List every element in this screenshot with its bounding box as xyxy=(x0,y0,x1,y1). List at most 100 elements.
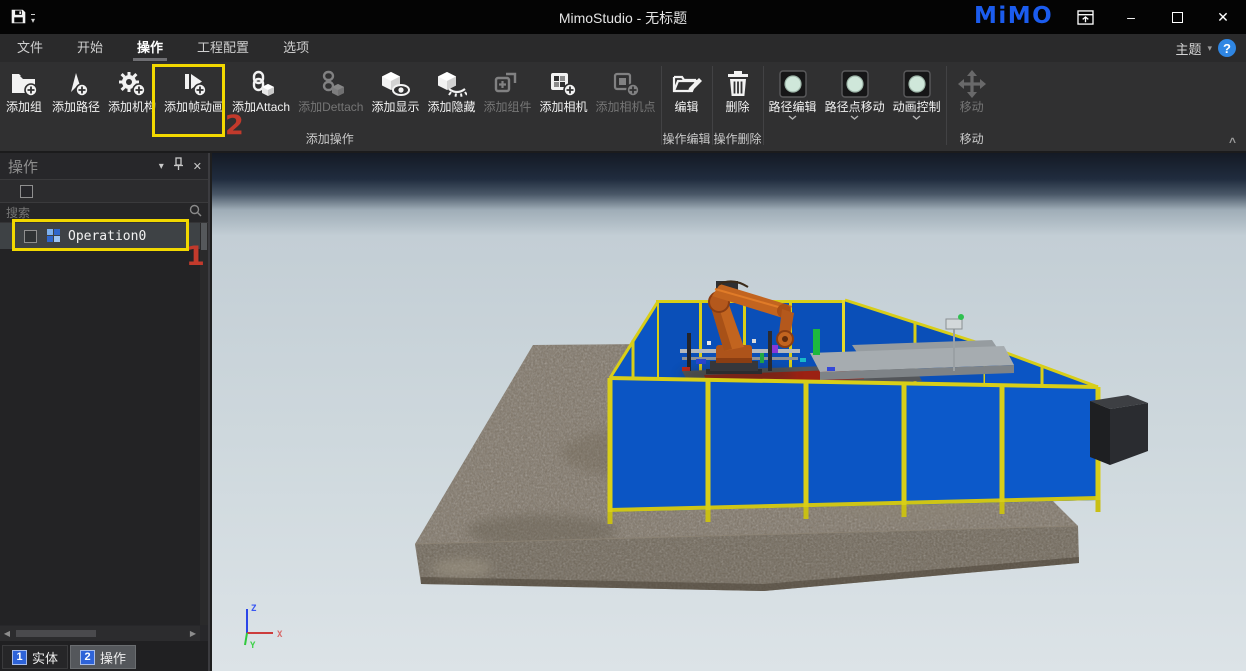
save-icon[interactable] xyxy=(10,8,27,30)
add-attach-button[interactable]: 添加Attach xyxy=(228,62,294,114)
edit-icon xyxy=(671,67,703,100)
search-row xyxy=(0,203,208,223)
move-button: 移动 xyxy=(948,62,996,114)
delete-button[interactable]: 删除 xyxy=(714,62,762,114)
add-frame-animation-button[interactable]: 添加帧动画 xyxy=(160,62,228,114)
title-bar: ▾ MimoStudio - 无标题 MiMO – ✕ xyxy=(0,0,1246,34)
window-title: MimoStudio - 无标题 xyxy=(559,8,687,28)
ribbon-group-operation-delete: 删除 操作删除 xyxy=(714,62,762,151)
scrollbar-thumb[interactable] xyxy=(16,630,96,637)
ribbon-group-move: 移动 移动 xyxy=(948,62,996,151)
add-path-button[interactable]: 添加路径 xyxy=(48,62,104,114)
panel-tabs: 1 实体 2 操作 xyxy=(0,641,208,671)
pin-icon[interactable] xyxy=(173,157,184,176)
mimostudio-window: { "window": { "title": "MimoStudio - 无标题… xyxy=(0,0,1246,671)
add-component-icon xyxy=(492,67,522,100)
tab-number-badge: 1 xyxy=(12,650,27,665)
tab-number-badge: 2 xyxy=(80,650,95,665)
add-attach-icon xyxy=(246,67,276,100)
add-hide-button[interactable]: 添加隐藏 xyxy=(423,62,479,114)
panel-close-icon[interactable]: ✕ xyxy=(193,160,202,173)
scroll-right-icon[interactable]: ▶ xyxy=(186,629,200,638)
tree-item-label: Operation0 xyxy=(68,229,146,244)
search-input[interactable] xyxy=(6,206,189,220)
maximize-icon xyxy=(1172,12,1183,23)
menu-operation[interactable]: 操作 xyxy=(120,34,180,62)
add-path-icon xyxy=(61,67,91,100)
scrollbar-thumb[interactable] xyxy=(201,223,207,250)
delete-icon xyxy=(725,67,751,100)
path-edit-button[interactable]: 路径编辑 xyxy=(765,62,821,120)
add-dettach-button: 添加Dettach xyxy=(294,62,367,114)
menu-options[interactable]: 选项 xyxy=(266,34,326,62)
menu-start[interactable]: 开始 xyxy=(60,34,120,62)
theme-selector[interactable]: 主题 xyxy=(1175,39,1201,58)
ribbon-group-caption xyxy=(765,132,945,151)
select-all-checkbox[interactable] xyxy=(20,185,33,198)
quick-access-toolbar: ▾ xyxy=(10,8,35,30)
tab-entity[interactable]: 1 实体 xyxy=(2,645,68,669)
add-camera-point-icon xyxy=(611,67,641,100)
ribbon-group-caption: 操作编辑 xyxy=(663,132,711,151)
close-button[interactable]: ✕ xyxy=(1200,0,1246,34)
ribbon-separator xyxy=(712,66,713,145)
ribbon-pin-icon xyxy=(1077,10,1094,25)
tree-item-checkbox[interactable] xyxy=(24,230,37,243)
add-frame-animation-icon xyxy=(178,67,210,100)
tab-label: 操作 xyxy=(100,648,126,667)
chevron-down-icon xyxy=(850,115,859,120)
add-hide-icon xyxy=(435,67,467,100)
add-group-icon xyxy=(9,67,39,100)
ribbon-group-caption: 移动 xyxy=(948,132,996,151)
move-icon xyxy=(957,67,987,100)
animation-control-button[interactable]: 动画控制 xyxy=(889,62,945,120)
add-show-button[interactable]: 添加显示 xyxy=(367,62,423,114)
operation-tree: Operation0 xyxy=(0,223,200,625)
add-camera-icon xyxy=(548,67,578,100)
menu-project-config[interactable]: 工程配置 xyxy=(180,34,266,62)
edit-button[interactable]: 编辑 xyxy=(663,62,711,114)
ribbon-group-add-operation: 添加组 添加路径 添加机构 添加帧动画 添加Attach 添加Dettach xyxy=(0,62,660,151)
tree-row-operation0[interactable]: Operation0 xyxy=(0,223,200,249)
panel-header: 操作 ▾ ✕ xyxy=(0,153,208,179)
search-icon xyxy=(189,204,202,222)
ribbon-group-operation-edit: 编辑 操作编辑 xyxy=(663,62,711,151)
ribbon-pin-button[interactable] xyxy=(1062,0,1108,34)
vertical-scrollbar[interactable] xyxy=(200,223,208,625)
menu-bar: 文件 开始 操作 工程配置 选项 主题 ▾ ? xyxy=(0,34,1246,62)
add-show-icon xyxy=(379,67,411,100)
chevron-down-icon xyxy=(912,115,921,120)
tab-operation[interactable]: 2 操作 xyxy=(70,645,136,669)
operation-panel: 操作 ▾ ✕ Operation0 ◀ ▶ 1 实体 2 操作 xyxy=(0,153,210,671)
scroll-left-icon[interactable]: ◀ xyxy=(0,629,14,638)
add-dettach-icon xyxy=(316,67,346,100)
record-circle-icon xyxy=(903,67,931,100)
axis-y-label: Y xyxy=(250,641,256,651)
add-group-button[interactable]: 添加组 xyxy=(0,62,48,114)
chevron-down-icon xyxy=(788,115,797,120)
record-circle-icon xyxy=(841,67,869,100)
operation-item-icon xyxy=(47,229,61,243)
horizontal-scrollbar[interactable]: ◀ ▶ xyxy=(0,626,200,641)
ribbon-separator xyxy=(661,66,662,145)
window-controls: – ✕ xyxy=(1062,0,1246,34)
record-circle-icon xyxy=(779,67,807,100)
menu-file[interactable]: 文件 xyxy=(0,34,60,62)
ribbon-toolbar: 添加组 添加路径 添加机构 添加帧动画 添加Attach 添加Dettach xyxy=(0,62,1246,153)
ribbon-separator xyxy=(946,66,947,145)
ribbon-separator xyxy=(763,66,764,145)
ribbon-collapse-chevron-icon[interactable]: ^ xyxy=(1229,135,1236,149)
viewport-3d[interactable]: Z X Y xyxy=(212,153,1246,671)
minimize-button[interactable]: – xyxy=(1108,0,1154,34)
menu-bar-right: 主题 ▾ ? xyxy=(1175,39,1246,58)
tab-label: 实体 xyxy=(32,648,58,667)
ribbon-group-caption: 添加操作 xyxy=(0,132,660,151)
panel-dropdown-icon[interactable]: ▾ xyxy=(159,161,164,172)
maximize-button[interactable] xyxy=(1154,0,1200,34)
add-mechanism-button[interactable]: 添加机构 xyxy=(104,62,160,114)
save-dropdown-icon[interactable]: ▾ xyxy=(31,14,35,25)
path-point-move-button[interactable]: 路径点移动 xyxy=(821,62,889,120)
help-button[interactable]: ? xyxy=(1218,39,1236,57)
theme-chevron-icon[interactable]: ▾ xyxy=(1207,43,1212,54)
add-camera-button[interactable]: 添加相机 xyxy=(535,62,591,114)
